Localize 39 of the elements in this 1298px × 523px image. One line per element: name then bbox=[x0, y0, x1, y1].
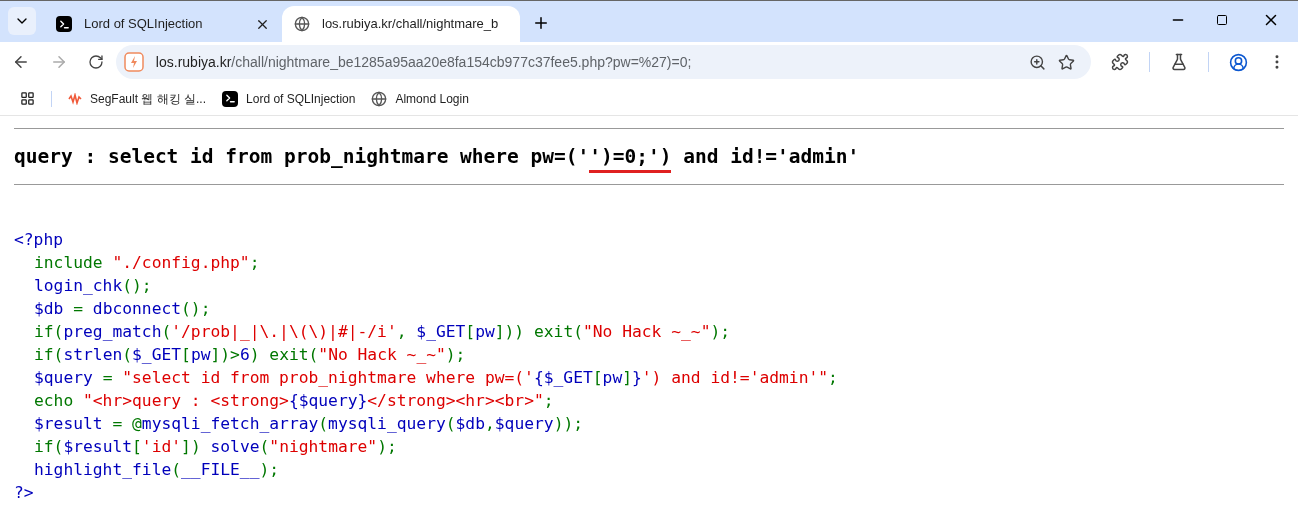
bookmark-star-icon[interactable] bbox=[1058, 53, 1076, 71]
code-line: if(strlen($_GET[pw])>6) exit("No Hack ~_~"); bbox=[33, 344, 467, 367]
site-icon bbox=[123, 52, 144, 72]
code-line: include "./config.php"; bbox=[33, 252, 261, 275]
extensions-icon[interactable] bbox=[1111, 53, 1130, 71]
code-line: login_chk(); bbox=[33, 275, 153, 298]
terminal-icon bbox=[56, 16, 72, 32]
flask-icon[interactable] bbox=[1170, 53, 1189, 71]
apps-icon[interactable] bbox=[20, 91, 35, 106]
back-icon[interactable] bbox=[12, 53, 30, 71]
tab-title: Lord of SQLInjection bbox=[84, 15, 204, 34]
new-tab-icon[interactable] bbox=[532, 14, 550, 32]
code-line: if(preg_match('/prob|_|\.|\(\)|#|-/i', $_GET[pw])) exit("No Hack ~_~"); bbox=[33, 321, 732, 344]
wave-icon bbox=[68, 92, 82, 105]
globe-icon bbox=[371, 90, 388, 107]
code-line: $result = @mysqli_fetch_array(mysqli_query($db,$query)); bbox=[33, 413, 585, 436]
tab-search-button[interactable] bbox=[8, 7, 36, 35]
code-line: highlight_file(__FILE__); bbox=[33, 459, 281, 482]
bookmark[interactable]: Almond Login bbox=[371, 89, 469, 108]
bookmark[interactable]: SegFault 웹 해킹 실... bbox=[68, 89, 207, 108]
code-line: <?php bbox=[14, 229, 64, 252]
code-line: $query = "select id from prob_nightmare where pw=('{$_GET[pw]}') and id!='admin'"; bbox=[33, 367, 839, 390]
bookmark[interactable]: Lord of SQLInjection bbox=[222, 89, 356, 108]
zoom-icon[interactable] bbox=[1029, 53, 1047, 71]
address-bar[interactable]: los.rubiya.kr/chall/nightmare_be1285a95aa20e8fa154cb977c37fee5.php?pw=%27)=0; bbox=[115, 45, 1092, 79]
code-line: $db = dbconnect(); bbox=[33, 298, 212, 321]
reload-icon[interactable] bbox=[87, 54, 104, 70]
code-line: if($result['id']) solve("nightmare"); bbox=[33, 436, 398, 459]
query-text: query : select id from prob_nightmare where pw=('')=0;') and id!='admin' bbox=[14, 129, 1284, 185]
profile-icon[interactable] bbox=[1229, 52, 1249, 72]
url-text: los.rubiya.kr/chall/nightmare_be1285a95aa20e8fa154cb977c37fee5.php?pw=%27)=0; bbox=[155, 52, 693, 72]
browser-tab[interactable]: los.rubiya.kr/chall/nightmare_b bbox=[282, 6, 520, 42]
code-line: echo "<hr>query : <strong>{$query}</strong><hr><br>"; bbox=[33, 390, 555, 413]
code-line: ?> bbox=[14, 482, 35, 505]
browser-tab[interactable]: Lord of SQLInjection bbox=[44, 6, 282, 42]
terminal-icon bbox=[222, 90, 239, 107]
maximize-icon[interactable] bbox=[1216, 14, 1228, 26]
globe-icon bbox=[294, 16, 310, 32]
tab-title: los.rubiya.kr/chall/nightmare_b bbox=[322, 15, 499, 34]
